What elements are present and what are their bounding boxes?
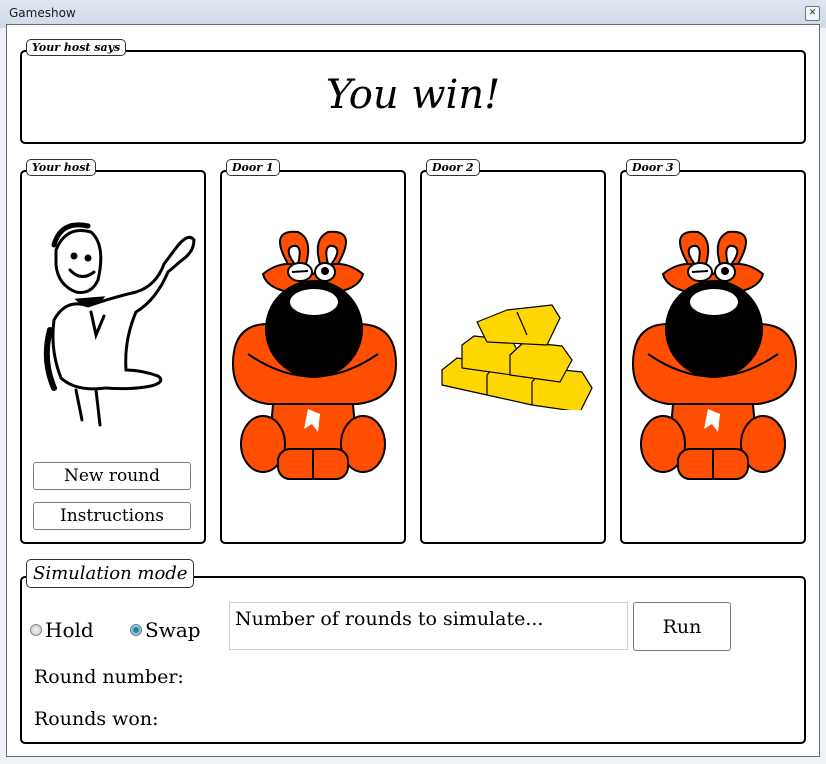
- door-1-label: Door 1: [226, 159, 280, 176]
- hold-radio[interactable]: Hold: [30, 618, 94, 642]
- door-2-label: Door 2: [426, 159, 480, 176]
- simulation-group: Simulation mode Hold Swap Number of roun…: [20, 559, 806, 744]
- swap-radio-label: Swap: [145, 618, 201, 642]
- door-3[interactable]: Door 3: [620, 159, 806, 544]
- round-number-label: Round number:: [34, 666, 184, 688]
- instructions-button[interactable]: Instructions: [33, 502, 191, 530]
- host-says-group: Your host says You win!: [20, 39, 806, 144]
- goat-image: [231, 230, 398, 480]
- new-round-button[interactable]: New round: [33, 462, 191, 490]
- close-icon[interactable]: ✕: [805, 6, 820, 21]
- host-says-label: Your host says: [26, 39, 127, 56]
- host-illustration: [43, 222, 196, 427]
- simulation-label: Simulation mode: [26, 559, 195, 588]
- rounds-to-simulate-input[interactable]: Number of rounds to simulate...: [229, 602, 628, 650]
- rounds-won-label: Rounds won:: [34, 708, 159, 730]
- host-panel-label: Your host: [26, 159, 97, 176]
- gold-bars-image: [441, 304, 593, 410]
- door-1[interactable]: Door 1: [220, 159, 406, 544]
- host-message: You win!: [325, 72, 501, 118]
- window-title: Gameshow: [9, 6, 76, 20]
- run-button[interactable]: Run: [633, 602, 731, 651]
- host-panel: Your host New round Instructions: [20, 159, 206, 544]
- door-2[interactable]: Door 2: [420, 159, 606, 544]
- swap-radio[interactable]: Swap: [130, 618, 201, 642]
- hold-radio-label: Hold: [45, 618, 94, 642]
- swap-radio-indicator[interactable]: [130, 624, 142, 636]
- door-3-label: Door 3: [626, 159, 680, 176]
- goat-image: [631, 230, 798, 480]
- hold-radio-indicator[interactable]: [30, 624, 42, 636]
